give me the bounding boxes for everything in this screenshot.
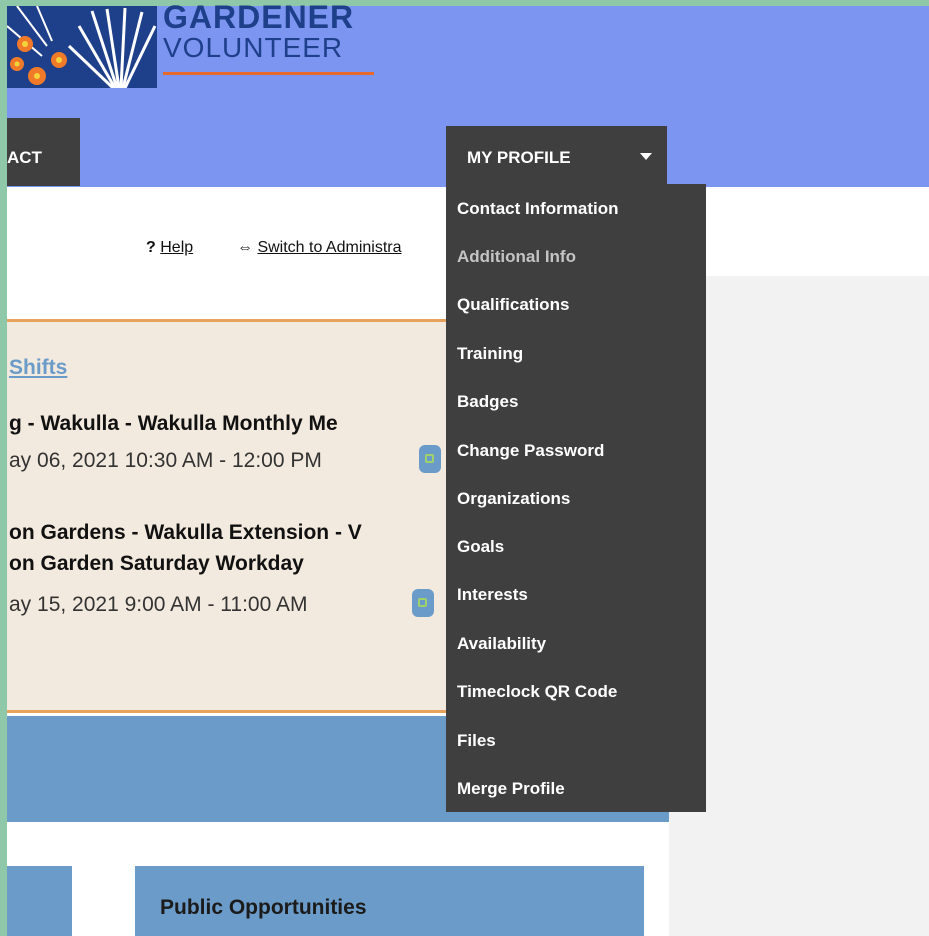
help-link-container: ? Help [146, 239, 193, 257]
help-icon: ? [146, 239, 156, 256]
menu-item-organizations[interactable]: Organizations [457, 489, 570, 509]
menu-item-qualifications[interactable]: Qualifications [457, 295, 569, 315]
my-profile-menu-button[interactable]: MY PROFILE [446, 126, 667, 184]
menu-item-interests[interactable]: Interests [457, 585, 528, 605]
menu-item-change-password[interactable]: Change Password [457, 441, 604, 461]
nav-contact-label: ACT [7, 148, 42, 167]
public-opportunities-box[interactable]: Public Opportunities [135, 866, 644, 936]
menu-item-goals[interactable]: Goals [457, 537, 504, 557]
nav-contact-tab[interactable]: ACT [7, 118, 80, 186]
menu-item-training[interactable]: Training [457, 344, 523, 364]
caret-down-icon [640, 153, 652, 160]
menu-item-files[interactable]: Files [457, 731, 496, 751]
public-opportunities-heading: Public Opportunities [160, 896, 367, 919]
add-to-calendar-icon[interactable] [419, 445, 441, 473]
opportunities-box-left [7, 866, 72, 936]
window-frame-left [0, 0, 7, 936]
logo-text-volunteer: VOLUNTEER [163, 32, 344, 63]
menu-item-badges[interactable]: Badges [457, 392, 518, 412]
event-title[interactable]: g - Wakulla - Wakulla Monthly Me [9, 412, 338, 436]
menu-item-contact-information[interactable]: Contact Information [457, 199, 619, 219]
logo-underline [163, 72, 374, 75]
event-title[interactable]: on Gardens - Wakulla Extension - V [9, 521, 362, 545]
event-title-line2[interactable]: on Garden Saturday Workday [9, 552, 304, 576]
profile-dropdown-menu: Contact Information Additional Info Qual… [446, 184, 706, 812]
help-link[interactable]: Help [160, 239, 193, 256]
logo-text-gardener: GARDENER [163, 0, 355, 35]
event-time: ay 15, 2021 9:00 AM - 11:00 AM [9, 593, 308, 616]
menu-item-timeclock-qr-code[interactable]: Timeclock QR Code [457, 682, 617, 702]
add-to-calendar-icon[interactable] [412, 589, 434, 617]
menu-item-additional-info[interactable]: Additional Info [457, 247, 576, 267]
my-profile-label: MY PROFILE [467, 148, 571, 167]
switch-to-administrator-link[interactable]: Switch to Administra [257, 239, 401, 256]
flower-logo-icon [7, 6, 157, 88]
event-time: ay 06, 2021 10:30 AM - 12:00 PM [9, 449, 322, 472]
switch-admin-container: ⇔ Switch to Administra [237, 239, 402, 257]
menu-item-availability[interactable]: Availability [457, 634, 546, 654]
menu-item-merge-profile[interactable]: Merge Profile [457, 779, 565, 799]
shifts-title-link[interactable]: Shifts [9, 356, 67, 380]
swap-arrows-icon: ⇔ [237, 239, 253, 256]
